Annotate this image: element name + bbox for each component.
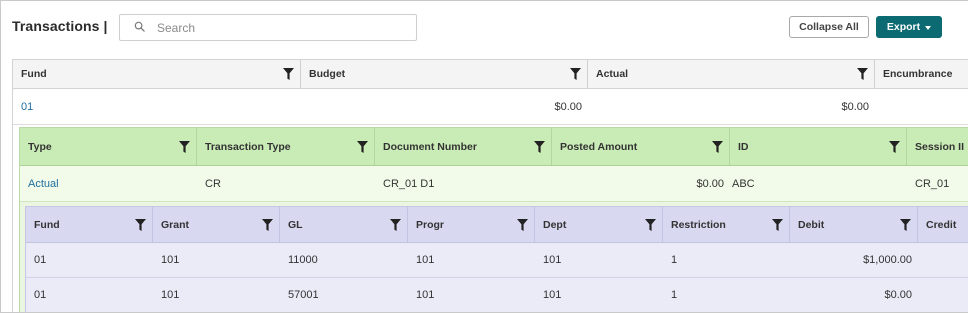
posted-amount-cell: $0.00 (696, 177, 724, 190)
restriction-cell: 1 (671, 254, 678, 266)
table-row[interactable]: 01 101 57001 101 101 1 $0.00 (26, 278, 968, 312)
document-number-cell: CR_01 D1 (383, 177, 435, 190)
filter-icon[interactable] (645, 218, 656, 231)
credit-cell (918, 278, 968, 312)
column-label: Grant (161, 218, 190, 231)
search-input[interactable] (157, 20, 397, 35)
search-icon (134, 21, 145, 35)
column-header-id[interactable]: ID (730, 128, 907, 165)
column-label: Transaction Type (205, 140, 291, 153)
dept-cell: 101 (543, 289, 562, 301)
column-header-transaction-type[interactable]: Transaction Type (197, 128, 375, 165)
fund-cell[interactable]: 01 (13, 89, 301, 124)
column-header-posted-amount[interactable]: Posted Amount (552, 128, 730, 165)
filter-icon[interactable] (262, 218, 273, 231)
type-cell[interactable]: Actual (20, 166, 197, 201)
table-row[interactable]: 01 $0.00 $0.00 (13, 89, 968, 125)
table-row[interactable]: 01 101 11000 101 101 1 $1,000.00 (26, 243, 968, 278)
column-header-fund[interactable]: Fund (13, 60, 301, 88)
column-label: Type (28, 140, 52, 153)
column-header-progr[interactable]: Progr (408, 207, 535, 242)
table-row[interactable]: Actual CR CR_01 D1 $0.00 ABC CR_01 (20, 166, 968, 202)
page-title: Transactions | (12, 18, 108, 34)
session-cell: CR_01 (915, 177, 950, 190)
filter-icon[interactable] (889, 140, 900, 153)
debit-cell: $0.00 (884, 289, 912, 301)
fund-cell: 01 (34, 289, 47, 301)
filter-icon[interactable] (772, 218, 783, 231)
restriction-cell: 1 (671, 289, 678, 301)
column-header-actual[interactable]: Actual (588, 60, 875, 88)
column-header-type[interactable]: Type (20, 128, 197, 165)
column-header-dept[interactable]: Dept (535, 207, 663, 242)
column-label: Session II (915, 140, 965, 153)
filter-icon[interactable] (900, 218, 911, 231)
column-label: Fund (21, 68, 47, 80)
filter-icon[interactable] (179, 140, 190, 153)
column-label: Debit (798, 218, 825, 231)
distribution-grid: Fund Grant GL Progr Dept Restriction Deb… (25, 206, 968, 312)
column-header-debit[interactable]: Debit (790, 207, 918, 242)
column-header-encumbrance[interactable]: Encumbrance (875, 60, 968, 88)
fund-cell: 01 (34, 254, 47, 266)
column-header-document-number[interactable]: Document Number (375, 128, 552, 165)
column-label: GL (288, 218, 303, 231)
column-header-restriction[interactable]: Restriction (663, 207, 790, 242)
column-label: Fund (34, 218, 60, 231)
collapse-all-button[interactable]: Collapse All (789, 16, 869, 38)
grant-cell: 101 (161, 289, 180, 301)
transaction-grid-header: Type Transaction Type Document Number Po… (20, 128, 968, 166)
grant-cell: 101 (161, 254, 180, 266)
actual-cell: $0.00 (841, 100, 869, 113)
export-button[interactable]: Export (876, 16, 942, 38)
column-label: Document Number (383, 140, 477, 153)
filter-icon[interactable] (283, 68, 294, 80)
distribution-grid-header: Fund Grant GL Progr Dept Restriction Deb… (26, 207, 968, 243)
progr-cell: 101 (416, 254, 435, 266)
transactions-panel: Transactions | Collapse All Export Fund … (0, 0, 968, 313)
column-label: Dept (543, 218, 567, 231)
filter-icon[interactable] (357, 140, 368, 153)
gl-cell: 57001 (288, 289, 319, 301)
search-box[interactable] (119, 14, 417, 41)
filter-icon[interactable] (517, 218, 528, 231)
column-header-fund[interactable]: Fund (26, 207, 153, 242)
column-label: Credit (926, 218, 957, 231)
column-label: Encumbrance (883, 68, 953, 80)
column-label: Budget (309, 68, 346, 80)
filter-icon[interactable] (712, 140, 723, 153)
column-header-credit[interactable]: Credit (918, 207, 968, 242)
column-label: Posted Amount (560, 140, 638, 153)
encumbrance-cell (875, 89, 968, 124)
column-header-gl[interactable]: GL (280, 207, 408, 242)
filter-icon[interactable] (570, 68, 581, 80)
debit-cell: $1,000.00 (863, 254, 912, 266)
filter-icon[interactable] (135, 218, 146, 231)
filter-icon[interactable] (534, 140, 545, 153)
column-header-grant[interactable]: Grant (153, 207, 280, 242)
column-label: Restriction (671, 218, 726, 231)
filter-icon[interactable] (857, 68, 868, 80)
column-label: Actual (596, 68, 629, 80)
transaction-type-cell: CR (205, 177, 221, 190)
progr-cell: 101 (416, 289, 435, 301)
gl-cell: 11000 (288, 254, 318, 266)
fund-grid-header: Fund Budget Actual Encumbrance (13, 60, 968, 89)
dept-cell: 101 (543, 254, 562, 266)
column-header-session[interactable]: Session II (907, 128, 968, 165)
column-header-budget[interactable]: Budget (301, 60, 588, 88)
column-label: Progr (416, 218, 445, 231)
id-cell: ABC (732, 177, 755, 190)
credit-cell (918, 243, 968, 277)
budget-cell: $0.00 (554, 100, 582, 113)
filter-icon[interactable] (390, 218, 401, 231)
column-label: ID (738, 140, 749, 153)
export-label: Export (886, 21, 921, 33)
caret-down-icon (925, 25, 932, 30)
